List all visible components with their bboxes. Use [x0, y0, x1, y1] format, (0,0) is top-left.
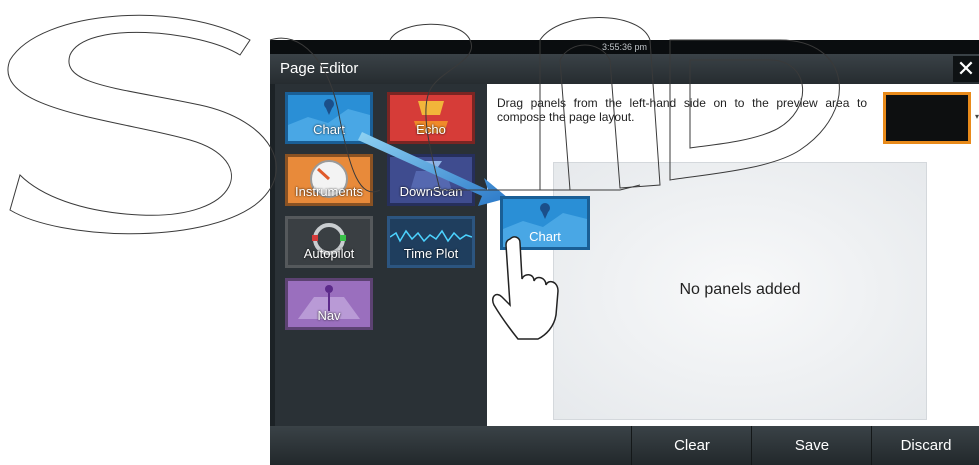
pointing-hand-icon [491, 236, 559, 340]
layout-selector[interactable] [883, 92, 971, 144]
panel-palette: Chart Echo Instruments DownScan Autopilo… [275, 84, 487, 426]
clock: 3:55:36 pm [601, 42, 648, 52]
panel-tile-autopilot[interactable]: Autopilot [285, 216, 373, 268]
panel-tile-echo[interactable]: Echo [387, 92, 475, 144]
panel-tile-label: Autopilot [303, 246, 355, 261]
panel-tile-nav[interactable]: Nav [285, 278, 373, 330]
preview-area[interactable]: No panels added [553, 162, 927, 420]
panel-tile-time-plot[interactable]: Time Plot [387, 216, 475, 268]
status-bar: 3:55:36 pm [270, 40, 979, 54]
save-button[interactable]: Save [751, 426, 872, 465]
close-button[interactable]: ✕ [953, 56, 979, 82]
panel-tile-label: Instruments [295, 184, 363, 199]
bottom-toolbar: Clear Save Discard [270, 426, 979, 465]
title-bar: Page Editor ✕ [270, 54, 979, 84]
close-icon: ✕ [956, 56, 976, 81]
empty-message: No panels added [679, 281, 801, 298]
chevron-down-icon[interactable]: ▾ [975, 112, 979, 121]
discard-button[interactable]: Discard [871, 426, 979, 465]
page-title: Page Editor [280, 60, 359, 77]
panel-tile-label: Nav [317, 308, 341, 323]
panel-tile-label: Echo [416, 122, 446, 137]
panel-tile-label: Time Plot [403, 246, 459, 261]
panel-tile-downscan[interactable]: DownScan [387, 154, 475, 206]
instruction-text: Drag panels from the left-hand side on t… [497, 96, 867, 124]
panel-tile-label: DownScan [399, 184, 463, 199]
device-screen: 3:55:36 pm Page Editor ✕ Chart Echo Inst… [270, 40, 979, 465]
panel-tile-instruments[interactable]: Instruments [285, 154, 373, 206]
panel-tile-chart[interactable]: Chart [285, 92, 373, 144]
clear-button[interactable]: Clear [631, 426, 752, 465]
panel-tile-label: Chart [313, 122, 345, 137]
